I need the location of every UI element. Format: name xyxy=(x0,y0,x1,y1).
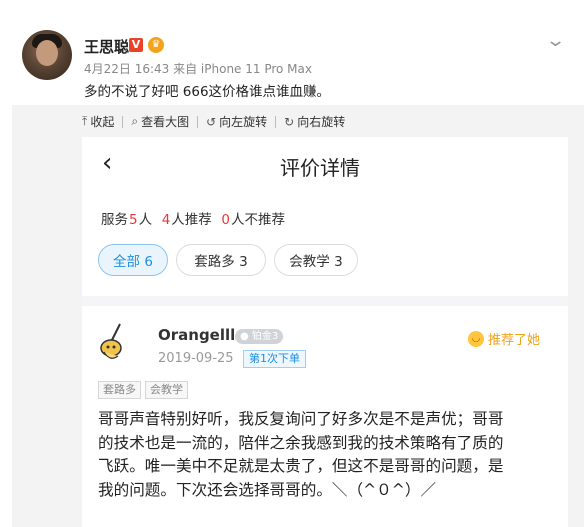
collapse-button[interactable]: ⤒ 收起 xyxy=(82,113,114,130)
recommend-status: ◡ 推荐了她 xyxy=(468,329,540,348)
post-text: 多的不说了好吧 666这价格谁点谁血赚。 xyxy=(84,84,331,100)
stats-label-recommend: 人推荐 xyxy=(171,212,212,228)
image-frame-right xyxy=(568,137,584,527)
view-large-label: 查看大图 xyxy=(141,115,190,129)
username[interactable]: 王思聪 xyxy=(84,36,129,57)
avatar-face xyxy=(36,40,58,66)
stats-label-not-recommend: 人不推荐 xyxy=(230,212,285,228)
review-stats: 服务5人 4人推荐 0人不推荐 xyxy=(101,208,285,228)
review-tag: 会教学 xyxy=(145,381,188,399)
review-text-line: 我的问题。下次还会选择哥哥的。＼（^０^）／ xyxy=(98,480,437,499)
filter-chip-tricky[interactable]: 套路多 3 xyxy=(176,244,266,276)
user-avatar[interactable] xyxy=(22,30,72,80)
recommend-label: 推荐了她 xyxy=(488,333,541,348)
filter-chips: 全部 6 套路多 3 会教学 3 xyxy=(98,244,366,276)
stats-unit: 人 xyxy=(138,212,153,228)
rotate-left-label: 向左旋转 xyxy=(219,115,268,129)
member-badge-icon: ♛ xyxy=(148,37,164,53)
review-text-line: 的技术也是一流的，陪伴之余我感到我的技术策略有了质的 xyxy=(98,433,504,452)
reviewer-avatar[interactable] xyxy=(98,322,136,364)
chevron-down-icon[interactable]: ⌄ xyxy=(545,30,566,51)
level-badge: ● 铂金3 xyxy=(235,329,284,344)
filter-chip-all[interactable]: 全部 6 xyxy=(98,244,168,276)
toolbar-divider xyxy=(197,115,199,128)
back-arrow-icon[interactable]: ‹ xyxy=(102,148,112,178)
review-tag: 套路多 xyxy=(98,381,141,399)
filter-chip-teaching[interactable]: 会教学 3 xyxy=(274,244,358,276)
search-icon: ⌕ xyxy=(131,114,139,128)
review-text-line: 哥哥声音特别好听，我反复询问了好多次是不是声优；哥哥 xyxy=(98,410,504,428)
review-tags: 套路多 会教学 xyxy=(98,381,192,399)
page-title: 评价详情 xyxy=(280,156,360,180)
image-toolbar: ⤒ 收起 ⌕ 查看大图 ↺ 向左旋转 ↻ 向右旋转 xyxy=(82,113,345,130)
review-text-line: 飞跃。唯一美中不足就是太贵了，但这不是哥哥的问题，是 xyxy=(98,457,504,475)
rotate-right-label: 向右旋转 xyxy=(297,115,346,129)
rotate-right-icon: ↻ xyxy=(284,114,295,129)
smile-icon: ◡ xyxy=(468,330,484,347)
collapse-label: 收起 xyxy=(90,115,115,129)
view-large-button[interactable]: ⌕ 查看大图 xyxy=(131,113,189,130)
stats-count-service: 5 xyxy=(129,212,138,228)
toolbar-divider xyxy=(275,115,277,128)
image-frame-left xyxy=(12,137,82,527)
stats-count-recommend: 4 xyxy=(161,212,171,228)
post-meta: 4月22日 16:43 来自 iPhone 11 Pro Max xyxy=(84,62,312,76)
stats-label-service: 服务 xyxy=(101,212,128,228)
toolbar-divider xyxy=(122,115,124,128)
reviewer-name[interactable]: Orangelll xyxy=(158,326,235,344)
stats-count-not-recommend: 0 xyxy=(221,212,230,228)
section-divider xyxy=(82,296,568,306)
verified-badge-icon: V xyxy=(129,38,143,52)
review-date: 2019-09-25 xyxy=(158,351,234,366)
level-badge-label: 铂金3 xyxy=(251,331,279,342)
collapse-icon: ⤒ xyxy=(82,114,88,128)
rotate-right-button[interactable]: ↻ 向右旋转 xyxy=(284,113,345,130)
order-count-tag: 第1次下单 xyxy=(243,350,306,368)
review-text: 哥哥声音特别好听，我反复询问了好多次是不是声优；哥哥 的技术也是一流的，陪伴之余… xyxy=(98,408,543,502)
rotate-left-button[interactable]: ↺ 向左旋转 xyxy=(206,113,267,130)
rotate-left-icon: ↺ xyxy=(206,114,217,129)
